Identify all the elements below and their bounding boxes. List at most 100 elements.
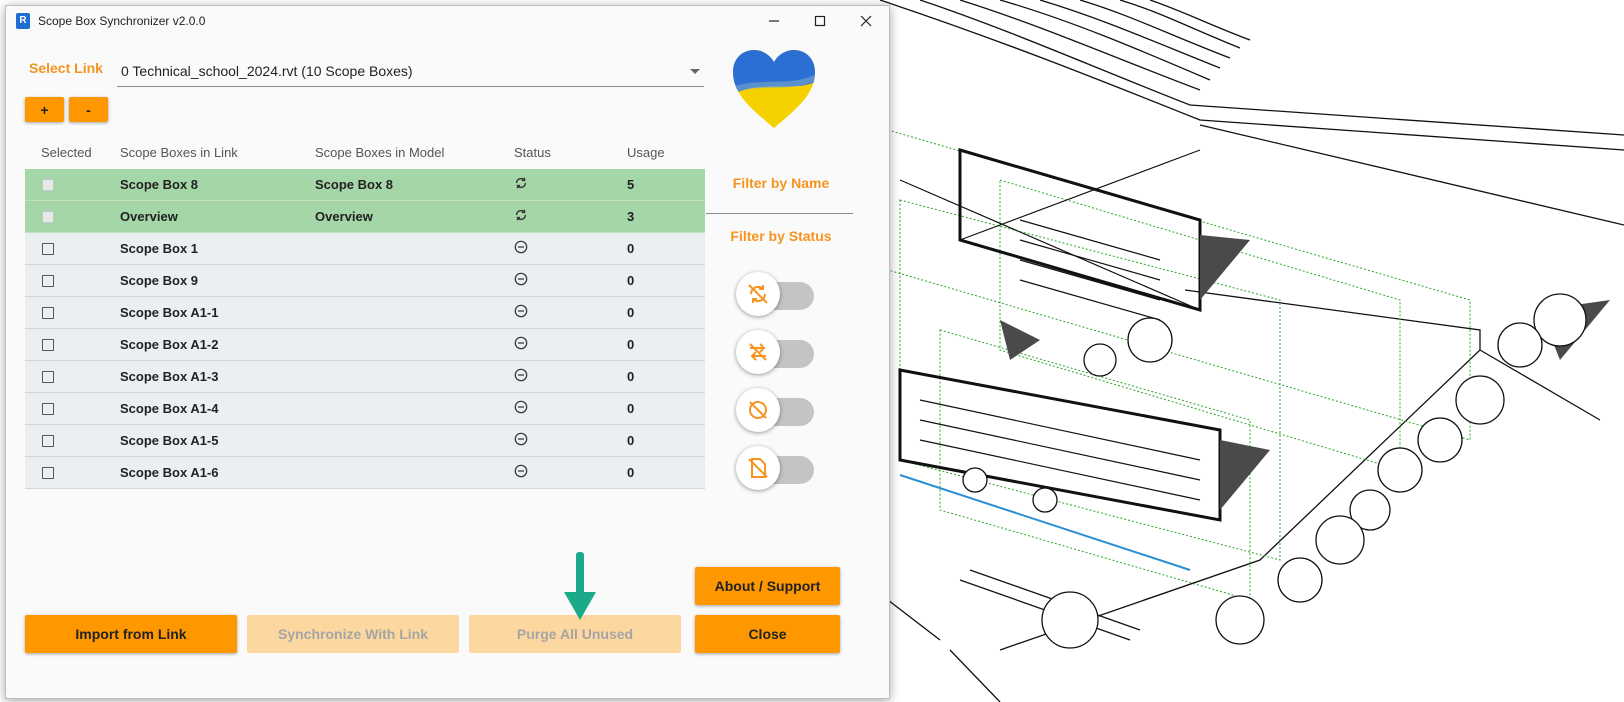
header-scope-boxes-in-model[interactable]: Scope Boxes in Model xyxy=(315,145,512,160)
row-checkbox[interactable] xyxy=(42,402,54,415)
table-header: Selected Scope Boxes in Link Scope Boxes… xyxy=(25,135,705,169)
table-row[interactable]: Scope Box A1-1 0 xyxy=(25,297,705,329)
sync-off-icon xyxy=(748,284,768,304)
toggle-filter-not-synced[interactable] xyxy=(736,272,824,316)
row-checkbox xyxy=(42,178,54,191)
usage-cell: 0 xyxy=(627,401,635,416)
selected-cell xyxy=(25,466,120,479)
table-row[interactable]: Scope Box 9 0 xyxy=(25,265,705,297)
filter-by-status-label: Filter by Status xyxy=(730,228,832,244)
minus-circle-icon xyxy=(514,368,528,382)
model-scope-box-cell: Scope Box 8 xyxy=(315,177,394,192)
table-row[interactable]: Scope Box A1-6 0 xyxy=(25,457,705,489)
usage-cell: 5 xyxy=(627,177,635,192)
link-scope-box-cell: Scope Box A1-4 xyxy=(120,401,219,416)
usage-cell: 0 xyxy=(627,305,635,320)
header-scope-boxes-in-link[interactable]: Scope Boxes in Link xyxy=(120,145,315,160)
table-row[interactable]: Scope Box A1-4 0 xyxy=(25,393,705,425)
minus-circle-icon xyxy=(514,400,528,414)
toggle-filter-mismatch[interactable] xyxy=(736,330,824,374)
status-cell xyxy=(512,208,627,225)
scope-box-table: Selected Scope Boxes in Link Scope Boxes… xyxy=(25,135,705,489)
close-window-button[interactable] xyxy=(843,6,889,36)
table-row[interactable]: Overview Overview 3 xyxy=(25,201,705,233)
row-checkbox[interactable] xyxy=(42,242,54,255)
status-cell xyxy=(512,304,627,321)
status-cell xyxy=(512,336,627,353)
usage-cell: 3 xyxy=(627,209,635,224)
usage-cell: 0 xyxy=(627,273,635,288)
link-scope-box-cell: Overview xyxy=(120,209,178,224)
minus-circle-icon xyxy=(514,304,528,318)
down-arrow-icon xyxy=(564,552,596,620)
link-dropdown[interactable]: 0 Technical_school_2024.rvt (10 Scope Bo… xyxy=(117,58,704,87)
chevron-down-icon xyxy=(690,69,700,74)
status-cell xyxy=(512,368,627,385)
row-checkbox xyxy=(42,210,54,223)
sync-icon xyxy=(514,208,528,222)
ukraine-heart-icon xyxy=(733,50,815,128)
header-status[interactable]: Status xyxy=(512,145,627,160)
maximize-icon xyxy=(814,15,826,27)
link-scope-box-cell: Scope Box A1-5 xyxy=(120,433,219,448)
status-cell xyxy=(512,400,627,417)
filter-by-name-label[interactable]: Filter by Name xyxy=(706,175,856,191)
link-scope-box-cell: Scope Box A1-2 xyxy=(120,337,219,352)
table-row[interactable]: Scope Box A1-3 0 xyxy=(25,361,705,393)
selected-cell xyxy=(25,402,120,415)
toggle-filter-sync-disabled[interactable] xyxy=(736,388,824,432)
status-cell xyxy=(512,176,627,193)
minus-circle-icon xyxy=(514,336,528,350)
row-checkbox[interactable] xyxy=(42,434,54,447)
table-row[interactable]: Scope Box A1-5 0 xyxy=(25,425,705,457)
minimize-button[interactable] xyxy=(751,6,797,36)
table-body: Scope Box 8 Scope Box 8 5 Overview Overview 3… xyxy=(25,169,705,489)
remove-link-button[interactable]: - xyxy=(69,97,108,122)
link-dropdown-value: 0 Technical_school_2024.rvt (10 Scope Bo… xyxy=(121,63,413,79)
revit-r-icon: R xyxy=(16,13,30,29)
row-checkbox[interactable] xyxy=(42,466,54,479)
status-cell xyxy=(512,464,627,481)
scope-box-synchronizer-window: R Scope Box Synchronizer v2.0.0 Select L… xyxy=(5,5,890,699)
add-link-button[interactable]: + xyxy=(25,97,64,122)
table-row[interactable]: Scope Box 8 Scope Box 8 5 xyxy=(25,169,705,201)
close-icon xyxy=(860,15,872,27)
minus-circle-icon xyxy=(514,464,528,478)
usage-cell: 0 xyxy=(627,241,635,256)
toggle-filter-not-in-link[interactable] xyxy=(736,446,824,490)
swap-icon xyxy=(749,343,767,361)
selected-cell xyxy=(25,338,120,351)
link-scope-box-cell: Scope Box 8 xyxy=(120,177,199,192)
selected-cell xyxy=(25,274,120,287)
usage-cell: 0 xyxy=(627,369,635,384)
maximize-button[interactable] xyxy=(797,6,843,36)
selected-cell xyxy=(25,370,120,383)
synchronize-with-link-button[interactable]: Synchronize With Link xyxy=(247,615,459,653)
link-scope-box-cell: Scope Box 1 xyxy=(120,241,199,256)
row-checkbox[interactable] xyxy=(42,338,54,351)
close-button[interactable]: Close xyxy=(695,615,840,653)
row-checkbox[interactable] xyxy=(42,370,54,383)
toggle-knob xyxy=(736,446,780,490)
table-row[interactable]: Scope Box 1 0 xyxy=(25,233,705,265)
import-from-link-button[interactable]: Import from Link xyxy=(25,615,237,653)
selected-cell xyxy=(25,242,120,255)
link-scope-box-cell: Scope Box 9 xyxy=(120,273,199,288)
table-row[interactable]: Scope Box A1-2 0 xyxy=(25,329,705,361)
header-usage[interactable]: Usage xyxy=(627,145,705,160)
selected-cell xyxy=(25,434,120,447)
toggle-knob xyxy=(736,330,780,374)
header-selected[interactable]: Selected xyxy=(25,145,120,160)
row-checkbox[interactable] xyxy=(42,274,54,287)
usage-cell: 0 xyxy=(627,433,635,448)
about-support-button[interactable]: About / Support xyxy=(695,567,840,605)
usage-cell: 0 xyxy=(627,337,635,352)
title-bar[interactable]: R Scope Box Synchronizer v2.0.0 xyxy=(6,6,889,36)
sync-icon xyxy=(514,176,528,190)
row-checkbox[interactable] xyxy=(42,306,54,319)
status-cell xyxy=(512,432,627,449)
usage-cell: 0 xyxy=(627,465,635,480)
toggle-knob xyxy=(736,272,780,316)
model-scope-box-cell: Overview xyxy=(315,209,373,224)
link-scope-box-cell: Scope Box A1-6 xyxy=(120,465,219,480)
